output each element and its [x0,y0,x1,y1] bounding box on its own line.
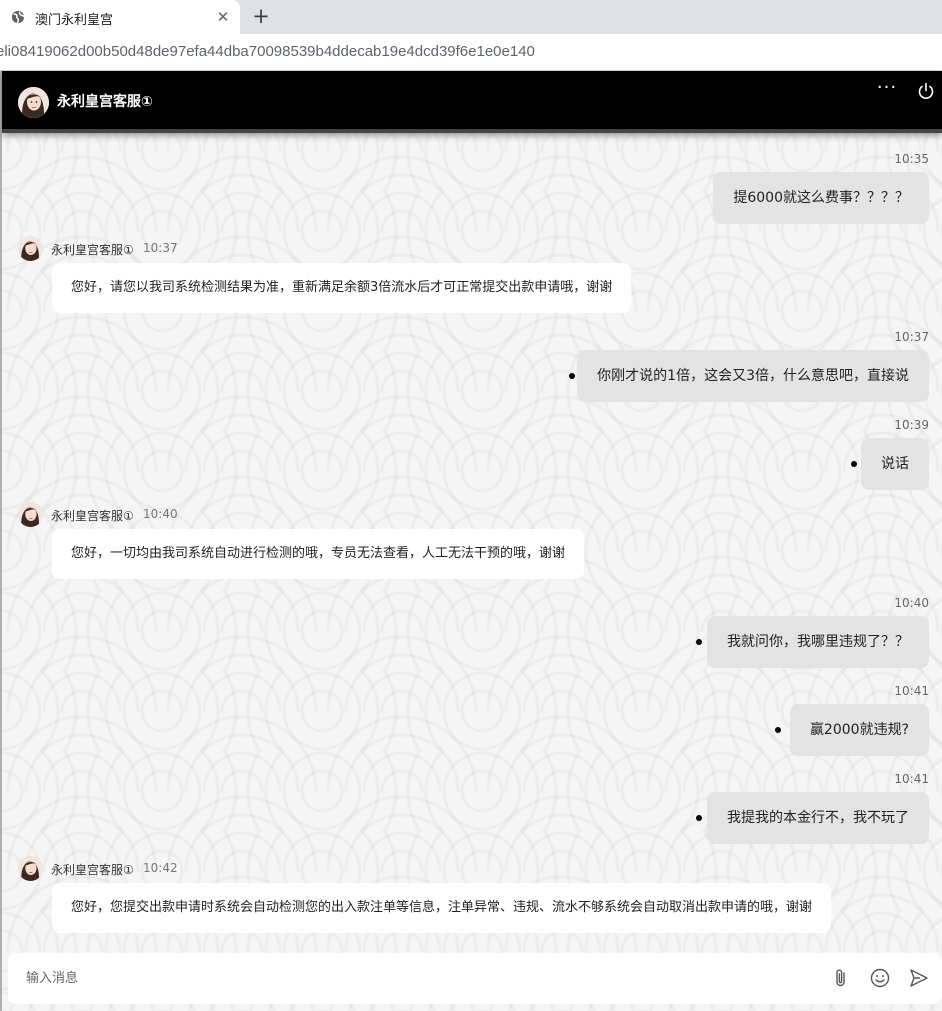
browser-tab-bar: 澳门永利皇宫 ✕ + [0,0,942,34]
incoming-message-bubble[interactable]: 您好，请您以我司系统检测结果为准，重新满足余额3倍流水后才可正常提交出款申请哦，… [52,263,632,313]
chat-title: 永利皇宫客服① [57,94,153,110]
globe-icon [11,10,25,24]
bullet-dot [696,815,702,821]
message-time: 10:39 [894,418,929,432]
tab-title: 澳门永利皇宫 [35,13,114,28]
message-time: 10:41 [894,772,929,786]
bullet-dot [851,461,857,467]
agent-message-avatar [18,236,43,261]
message-time: 10:35 [894,152,929,166]
browser-tab[interactable]: 澳门永利皇宫 ✕ [0,0,240,34]
outgoing-message-bubble[interactable]: 我提我的本金行不，我不玩了 [707,792,929,844]
incoming-message-bubble[interactable]: 您好，您提交出款申请时系统会自动检测您的出入款注单等信息，注单异常、违规、流水不… [52,883,832,933]
agent-message-name: 永利皇宫客服① [51,509,134,523]
chat-window: 永利皇宫客服① ··· 10:35 提6000就这么费事？？？？ 永利皇宫客服①… [0,71,942,1011]
message-time: 10:37 [894,330,929,344]
outgoing-message-bubble[interactable]: 赢2000就违规? [789,704,929,756]
bullet-dot [775,727,781,733]
incoming-message-bubble[interactable]: 您好，一切均由我司系统自动进行检测的哦，专员无法查看，人工无法干预的哦，谢谢 [52,529,585,579]
agent-message-time: 10:37 [143,241,178,255]
outgoing-message-bubble[interactable]: 提6000就这么费事？？？？ [713,172,929,224]
agent-message-time: 10:40 [143,507,178,521]
outgoing-message-bubble[interactable]: 我就问你，我哪里违规了？？ [707,616,929,668]
message-time: 10:40 [894,596,929,610]
agent-message-name: 永利皇宫客服① [51,243,134,257]
tab-close-icon[interactable]: ✕ [214,8,232,26]
more-icon[interactable]: ··· [876,79,898,101]
new-tab-button[interactable]: + [250,5,272,27]
outgoing-message-bubble[interactable]: 你刚才说的1倍，这会又3倍，什么意思吧，直接说 [577,350,929,402]
url-text[interactable]: eli08419062d00b50d48de97efa44dba70098539… [0,43,535,60]
address-bar[interactable]: eli08419062d00b50d48de97efa44dba70098539… [0,34,942,71]
agent-message-avatar [18,856,43,881]
agent-message-time: 10:42 [143,861,178,875]
emoji-icon[interactable] [869,967,891,989]
outgoing-message-bubble[interactable]: 说话 [861,438,929,490]
power-icon[interactable] [916,81,936,101]
send-icon[interactable] [908,967,930,989]
bullet-dot [696,639,702,645]
message-time: 10:41 [894,684,929,698]
paperclip-icon[interactable] [830,967,852,989]
agent-avatar [18,87,49,118]
agent-message-name: 永利皇宫客服① [51,863,134,877]
chat-header: 永利皇宫客服① ··· [2,71,942,133]
message-input[interactable] [24,953,804,1004]
bullet-dot [569,373,575,379]
agent-message-avatar [18,502,43,527]
message-input-bar [8,953,942,1004]
